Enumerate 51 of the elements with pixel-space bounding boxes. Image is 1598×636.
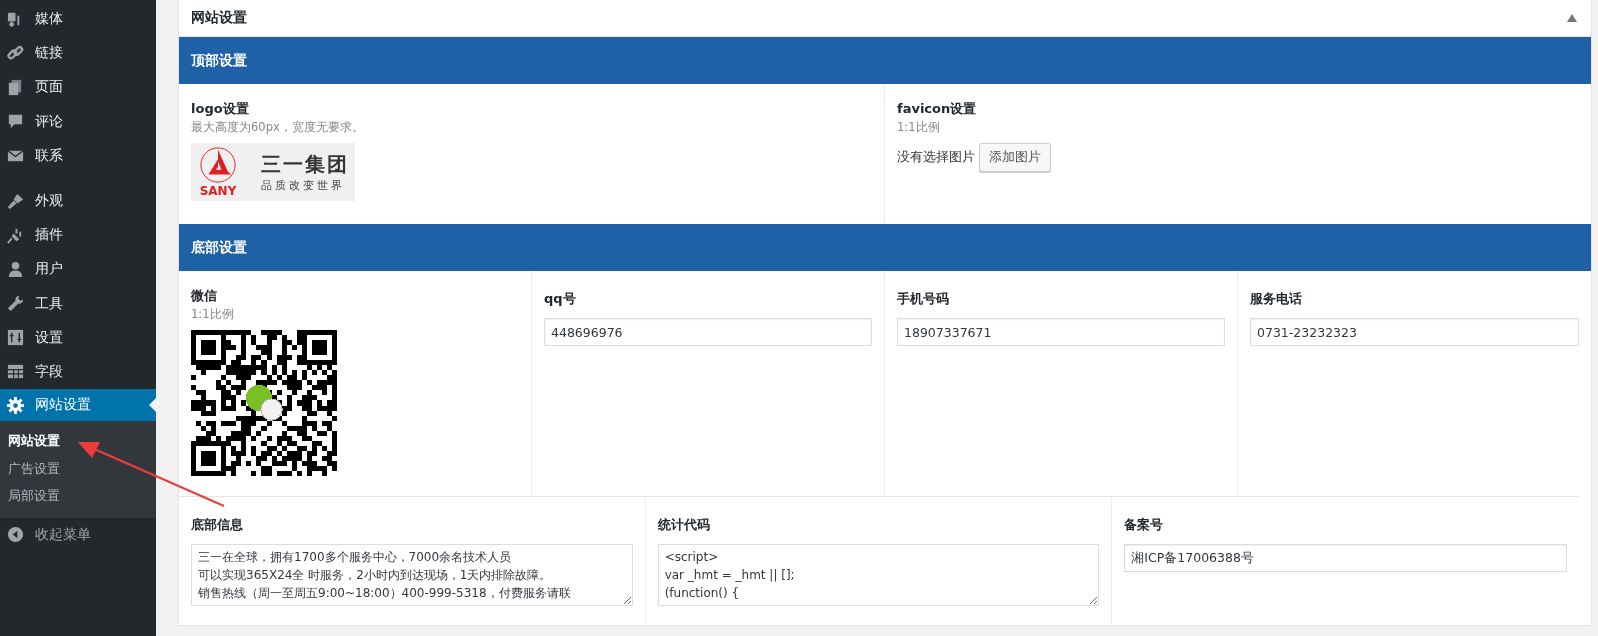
field-label: favicon设置 [897, 100, 978, 118]
submenu-item[interactable]: 局部设置 [0, 482, 156, 510]
field-hint: 最大高度为60px，宽度无要求。 [191, 120, 365, 135]
field-label: 统计代码 [657, 516, 711, 534]
section-header: 顶部设置 [179, 37, 1591, 84]
sidebar-menu-item[interactable]: 插件 [0, 218, 156, 253]
collapse-menu-button[interactable]: 收起菜单 [0, 517, 156, 552]
sliders-icon [6, 328, 25, 348]
text-input[interactable]: 湘ICP备17006388号 [1124, 544, 1567, 572]
sidebar-menu-item[interactable]: 工具 [0, 286, 156, 321]
section-header: 底部设置 [179, 224, 1591, 271]
sidebar-menu-item[interactable]: 媒体 [0, 2, 156, 37]
field-hint: 1:1比例 [191, 307, 235, 322]
add-image-button[interactable]: 添加图片 [979, 143, 1051, 172]
sidebar-menu-item[interactable]: 网站设置 [0, 389, 156, 422]
field-label: logo设置 [191, 100, 250, 118]
brush-icon [6, 191, 25, 211]
field-label: 微信 [191, 287, 218, 305]
textarea-field[interactable]: 三一在全球，拥有1700多个服务中心，7000余名技术人员 可以实现365X24全 时服务，2小时内到达现场，1天内排除故障。 销售热线（周一至周五9:00~18:00）400-999-5318，付费服务请联 [191, 544, 633, 606]
triangle-icon [1567, 14, 1577, 22]
triangle-emblem-icon [199, 146, 237, 184]
collapse-icon [6, 525, 25, 545]
sidebar-menu-item[interactable]: 评论 [0, 104, 156, 139]
logo-wordmark: SANY [199, 184, 237, 198]
user-icon [6, 259, 25, 279]
sidebar-menu-item[interactable]: 用户 [0, 252, 156, 287]
text-input[interactable]: 0731-23232323 [1250, 318, 1579, 346]
sidebar-menu-item[interactable]: 字段 [0, 354, 156, 390]
field-label: 备案号 [1124, 516, 1165, 534]
field-label: qq号 [544, 290, 577, 308]
field-hint: 1:1比例 [897, 120, 941, 135]
wrench-icon [6, 294, 25, 314]
sidebar-menu-item[interactable]: 页面 [0, 70, 156, 105]
sidebar-menu-item[interactable]: 外观 [0, 183, 156, 219]
sidebar-menu-item[interactable]: 链接 [0, 36, 156, 71]
logo-name: 三一集团 [261, 151, 349, 178]
text-input[interactable]: 18907337671 [897, 318, 1225, 346]
field-label: 手机号码 [897, 290, 950, 308]
sidebar-menu-item[interactable]: 联系 [0, 138, 156, 173]
logo-slogan: 品质改变世界 [261, 178, 346, 193]
panel-title: 网站设置 [191, 9, 247, 27]
collapse-toggle[interactable] [1565, 12, 1579, 24]
submenu-item[interactable]: 网站设置 [0, 427, 156, 455]
field-label: 底部信息 [191, 516, 244, 534]
textarea-field[interactable]: <script> var _hmt = _hmt || []; (function() { [657, 544, 1100, 606]
field-label: 服务电话 [1250, 290, 1303, 308]
sidebar-menu-item[interactable]: 设置 [0, 320, 156, 355]
no-image-text: 没有选择图片 [897, 149, 975, 166]
settings-icon [6, 395, 25, 415]
submenu-item[interactable]: 广告设置 [0, 454, 156, 483]
text-input[interactable]: 448696976 [544, 318, 872, 346]
